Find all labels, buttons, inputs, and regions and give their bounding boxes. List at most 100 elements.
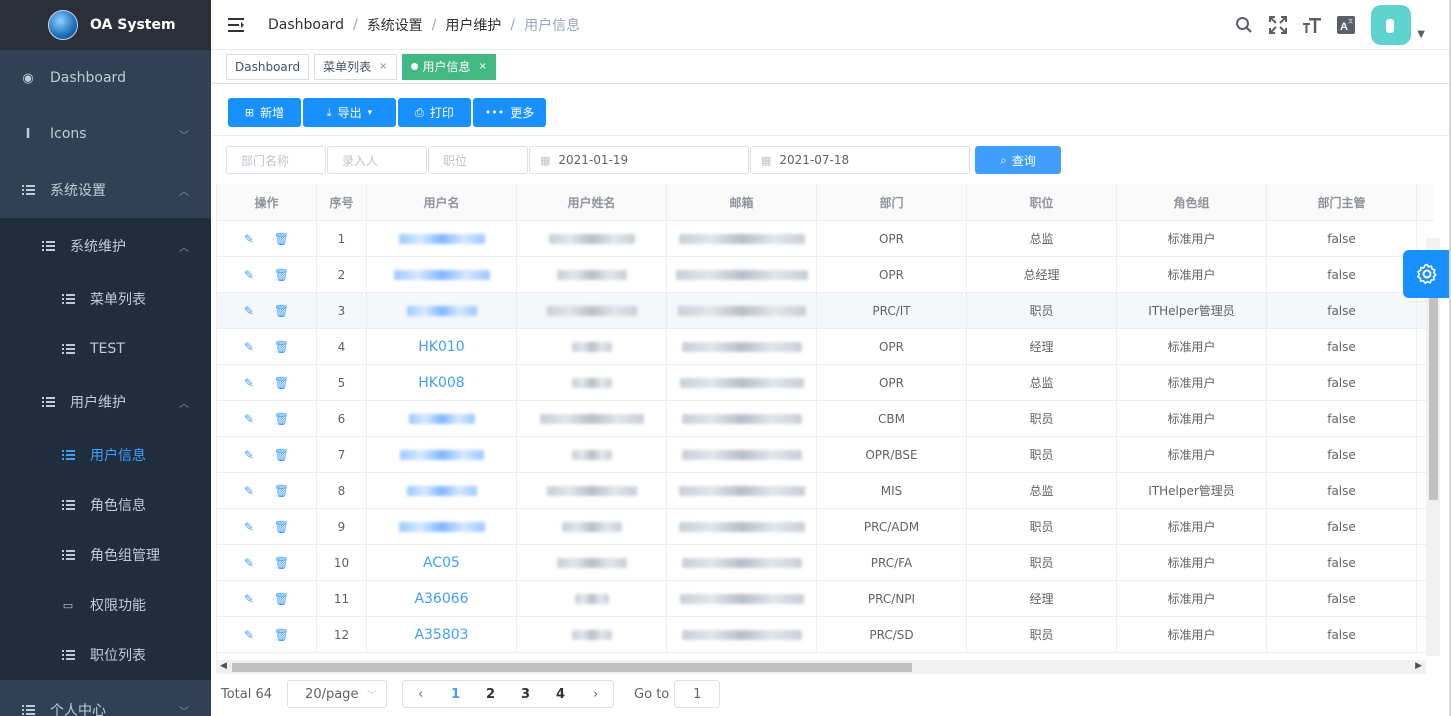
dept-name-input[interactable]: 部门名称: [226, 146, 326, 174]
username-cell[interactable]: [367, 437, 517, 472]
delete-icon[interactable]: 🗑: [274, 448, 289, 462]
delete-icon[interactable]: 🗑: [274, 556, 289, 570]
delete-icon[interactable]: 🗑: [274, 268, 289, 282]
edit-icon[interactable]: ✎: [244, 484, 254, 498]
page-button[interactable]: 3: [508, 680, 543, 708]
edit-icon[interactable]: ✎: [244, 340, 254, 354]
translate-icon[interactable]: A文: [1329, 4, 1363, 46]
delete-icon[interactable]: 🗑: [274, 376, 289, 390]
username-link[interactable]: A36066: [414, 591, 468, 607]
vertical-scrollbar[interactable]: [1426, 238, 1440, 656]
edit-icon[interactable]: ✎: [244, 232, 254, 246]
delete-icon[interactable]: 🗑: [274, 592, 289, 606]
list-icon: [60, 343, 76, 355]
username-link[interactable]: HK010: [418, 339, 464, 355]
edit-icon[interactable]: ✎: [244, 304, 254, 318]
export-button[interactable]: ⤓ 导出 ▾: [303, 98, 396, 127]
more-button[interactable]: ••• 更多: [473, 98, 546, 127]
query-button[interactable]: ⌕ 查询: [975, 146, 1061, 174]
edit-icon[interactable]: ✎: [244, 556, 254, 570]
sidebar-item-system-maintenance[interactable]: 系统维护 ︿: [0, 218, 211, 274]
scroll-left-icon[interactable]: ◀: [220, 661, 227, 671]
username-cell[interactable]: HK008: [367, 365, 517, 400]
delete-icon[interactable]: 🗑: [274, 412, 289, 426]
breadcrumb-item-system-settings[interactable]: 系统设置: [367, 15, 423, 35]
page-button[interactable]: 1: [438, 680, 473, 708]
scroll-right-icon[interactable]: ▶: [1415, 661, 1422, 671]
sidebar-item-user-info[interactable]: 用户信息: [0, 430, 211, 480]
dept-manager-cell: false: [1267, 473, 1417, 508]
sidebar-item-positions[interactable]: 职位列表: [0, 630, 211, 680]
delete-icon[interactable]: 🗑: [274, 520, 289, 534]
delete-icon[interactable]: 🗑: [274, 628, 289, 642]
page-button[interactable]: 4: [543, 680, 578, 708]
username-cell[interactable]: AC05: [367, 545, 517, 580]
entry-person-input[interactable]: 录入人: [327, 146, 427, 174]
username-cell[interactable]: [367, 509, 517, 544]
font-size-icon[interactable]: [1295, 4, 1329, 46]
breadcrumb-item-dashboard[interactable]: Dashboard: [268, 17, 344, 33]
username-link[interactable]: HK008: [418, 375, 464, 391]
add-button[interactable]: ⊞ 新增: [228, 98, 301, 127]
prev-page-icon[interactable]: ‹: [403, 680, 438, 708]
search-icon[interactable]: [1227, 4, 1261, 46]
app-logo[interactable]: OA System: [0, 0, 211, 50]
close-icon[interactable]: ×: [479, 61, 487, 72]
sidebar-item-label: 用户信息: [90, 448, 146, 464]
sidebar-item-role-group[interactable]: 角色组管理: [0, 530, 211, 580]
next-page-icon[interactable]: ›: [578, 680, 613, 708]
edit-icon[interactable]: ✎: [244, 412, 254, 426]
username-cell[interactable]: [367, 473, 517, 508]
sidebar-item-dashboard[interactable]: ◉ Dashboard: [0, 50, 211, 106]
sidebar-item-user-maintenance[interactable]: 用户维护 ︿: [0, 374, 211, 430]
username-cell[interactable]: HK010: [367, 329, 517, 364]
tag-dashboard[interactable]: Dashboard: [226, 53, 310, 80]
edit-icon[interactable]: ✎: [244, 268, 254, 282]
delete-icon[interactable]: 🗑: [274, 304, 289, 318]
position-input[interactable]: 职位: [428, 146, 528, 174]
sidebar-item-system-settings[interactable]: 系统设置 ︿: [0, 162, 211, 218]
edit-icon[interactable]: ✎: [244, 448, 254, 462]
svg-text:A: A: [1340, 21, 1348, 33]
sidebar-item-test[interactable]: TEST: [0, 324, 211, 374]
sidebar-item-personal-center[interactable]: 个人中心 ﹀: [0, 682, 211, 716]
tag-menu-list[interactable]: 菜单列表 ×: [314, 53, 397, 80]
username-cell[interactable]: [367, 221, 517, 256]
username-cell[interactable]: A36066: [367, 581, 517, 616]
horizontal-scrollbar[interactable]: ◀ ▶: [216, 660, 1426, 674]
hamburger-icon[interactable]: [228, 17, 244, 32]
sidebar-item-icons[interactable]: I Icons ﹀: [0, 106, 211, 162]
delete-icon[interactable]: 🗑: [274, 232, 289, 246]
start-date-picker[interactable]: ▦ 2021-01-19: [529, 146, 749, 174]
tag-user-info[interactable]: 用户信息 ×: [401, 53, 496, 80]
delete-icon[interactable]: 🗑: [274, 484, 289, 498]
print-button[interactable]: ⎙ 打印: [398, 98, 471, 127]
sidebar-item-role-info[interactable]: 角色信息: [0, 480, 211, 530]
avatar[interactable]: [1371, 5, 1412, 45]
username-cell[interactable]: [367, 293, 517, 328]
username-link[interactable]: A35803: [414, 627, 468, 643]
list-icon: [60, 549, 76, 561]
edit-icon[interactable]: ✎: [244, 520, 254, 534]
edit-icon[interactable]: ✎: [244, 376, 254, 390]
delete-icon[interactable]: 🗑: [274, 340, 289, 354]
index-cell: 5: [317, 365, 367, 400]
goto-input[interactable]: 1: [674, 680, 721, 708]
close-icon[interactable]: ×: [379, 61, 387, 72]
actions-cell: ✎ 🗑: [217, 617, 317, 652]
caret-down-icon[interactable]: ▼: [1417, 29, 1425, 40]
end-date-picker[interactable]: ▦ 2021-07-18: [750, 146, 970, 174]
page-button[interactable]: 2: [473, 680, 508, 708]
username-cell[interactable]: [367, 401, 517, 436]
sidebar-item-menu-list[interactable]: 菜单列表: [0, 274, 211, 324]
username-link[interactable]: AC05: [423, 555, 460, 571]
username-cell[interactable]: A35803: [367, 617, 517, 652]
settings-gear-button[interactable]: [1403, 250, 1451, 298]
fullscreen-icon[interactable]: [1261, 4, 1295, 46]
edit-icon[interactable]: ✎: [244, 628, 254, 642]
edit-icon[interactable]: ✎: [244, 592, 254, 606]
username-cell[interactable]: [367, 257, 517, 292]
page-size-select[interactable]: 20/page ﹀: [287, 680, 388, 708]
sidebar-item-permissions[interactable]: ▭ 权限功能: [0, 580, 211, 630]
breadcrumb-item-user-maintenance[interactable]: 用户维护: [445, 15, 501, 35]
